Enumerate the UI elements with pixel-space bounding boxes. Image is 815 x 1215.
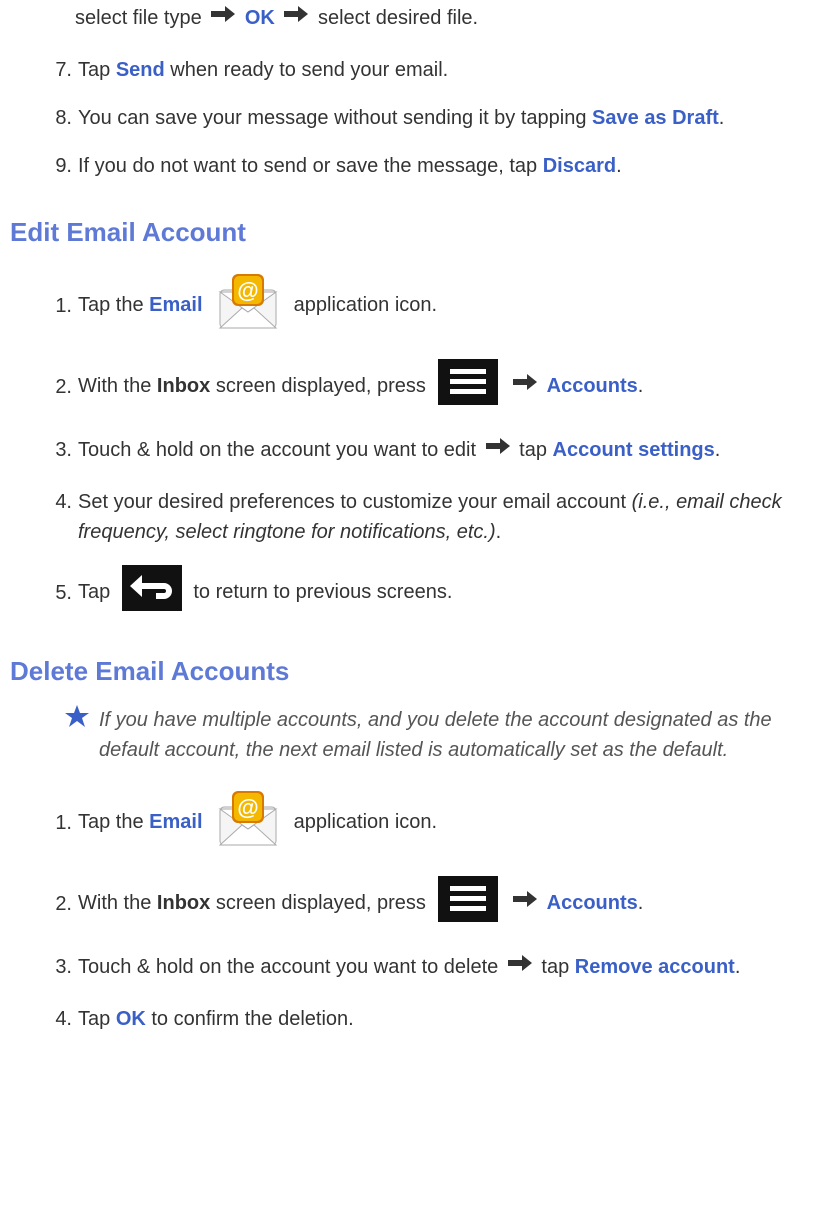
step-number: 2. — [50, 372, 78, 402]
text: . — [719, 107, 725, 129]
step-number: 4. — [50, 1004, 78, 1034]
step-body: With the Inbox screen displayed, press A… — [78, 876, 805, 931]
text: application icon. — [294, 811, 437, 833]
step-number: 4. — [50, 487, 78, 517]
text: to confirm the deletion. — [146, 1008, 354, 1030]
step-number: 8. — [50, 103, 78, 133]
step-number: 3. — [50, 952, 78, 982]
note: If you have multiple accounts, and you d… — [65, 705, 805, 765]
text: If you do not want to send or save the m… — [78, 155, 543, 177]
text: . — [715, 439, 721, 461]
step-body: Tap OK to confirm the deletion. — [78, 1004, 805, 1034]
delete-step-2: 2. With the Inbox screen displayed, pres… — [50, 876, 805, 931]
text: when ready to send your email. — [165, 59, 449, 81]
text: Set your desired preferences to customiz… — [78, 491, 632, 513]
text: tap — [514, 439, 553, 461]
arrow-right-icon — [282, 0, 310, 37]
edit-step-2: 2. With the Inbox screen displayed, pres… — [50, 359, 805, 414]
accounts-keyword: Accounts — [547, 375, 638, 397]
step-body: Tap to return to previous screens. — [78, 565, 805, 620]
text: screen displayed, press — [210, 892, 431, 914]
step-9: 9. If you do not want to send or save th… — [50, 151, 805, 181]
text: . — [496, 521, 502, 543]
email-keyword: Email — [149, 294, 202, 316]
step-body: You can save your message without sendin… — [78, 103, 805, 133]
menu-icon — [438, 876, 498, 931]
step-body: Touch & hold on the account you want to … — [78, 949, 805, 986]
text: Tap the — [78, 294, 149, 316]
edit-step-1: 1. Tap the Email application icon. — [50, 270, 805, 341]
edit-step-5: 5. Tap to return to previous screens. — [50, 565, 805, 620]
edit-step-3: 3. Touch & hold on the account you want … — [50, 432, 805, 469]
text: Tap — [78, 1008, 116, 1030]
step-body: Tap the Email application icon. — [78, 787, 805, 858]
step-number: 3. — [50, 435, 78, 465]
ok-keyword: OK — [116, 1008, 146, 1030]
arrow-right-icon — [506, 949, 534, 986]
email-app-icon — [214, 787, 282, 858]
inbox-keyword: Inbox — [157, 892, 210, 914]
email-keyword: Email — [149, 811, 202, 833]
delete-step-3: 3. Touch & hold on the account you want … — [50, 949, 805, 986]
text: With the — [78, 375, 157, 397]
step-body: Set your desired preferences to customiz… — [78, 487, 805, 547]
delete-step-1: 1. Tap the Email application icon. — [50, 787, 805, 858]
text: select desired file. — [318, 7, 478, 29]
arrow-right-icon — [209, 0, 237, 37]
intro-continuation: select file type OK select desired file. — [75, 0, 805, 37]
text: . — [735, 956, 741, 978]
step-body: Tap Send when ready to send your email. — [78, 55, 805, 85]
heading-edit-email-account: Edit Email Account — [10, 213, 805, 252]
back-icon — [122, 565, 182, 620]
step-8: 8. You can save your message without sen… — [50, 103, 805, 133]
text: You can save your message without sendin… — [78, 107, 592, 129]
step-number: 1. — [50, 291, 78, 321]
star-bullet-icon — [65, 705, 89, 765]
step-number: 2. — [50, 889, 78, 919]
arrow-right-icon — [484, 432, 512, 469]
step-number: 5. — [50, 578, 78, 608]
text: . — [616, 155, 622, 177]
text: Tap — [78, 59, 116, 81]
email-app-icon — [214, 270, 282, 341]
text: Tap — [78, 581, 116, 603]
arrow-right-icon — [511, 885, 539, 922]
arrow-right-icon — [511, 368, 539, 405]
text: to return to previous screens. — [193, 581, 452, 603]
note-text: If you have multiple accounts, and you d… — [99, 705, 805, 765]
text: . — [638, 375, 644, 397]
edit-step-4: 4. Set your desired preferences to custo… — [50, 487, 805, 547]
text: Touch & hold on the account you want to … — [78, 956, 504, 978]
step-number: 7. — [50, 55, 78, 85]
text: application icon. — [294, 294, 437, 316]
account-settings-keyword: Account settings — [553, 439, 715, 461]
ok-keyword: OK — [245, 7, 275, 29]
send-keyword: Send — [116, 59, 165, 81]
text: With the — [78, 892, 157, 914]
menu-icon — [438, 359, 498, 414]
remove-account-keyword: Remove account — [575, 956, 735, 978]
delete-step-4: 4. Tap OK to confirm the deletion. — [50, 1004, 805, 1034]
text: . — [638, 892, 644, 914]
text: screen displayed, press — [210, 375, 431, 397]
text: tap — [536, 956, 575, 978]
heading-delete-email-accounts: Delete Email Accounts — [10, 652, 805, 691]
step-body: Touch & hold on the account you want to … — [78, 432, 805, 469]
step-7: 7. Tap Send when ready to send your emai… — [50, 55, 805, 85]
text: select file type — [75, 7, 207, 29]
save-as-draft-keyword: Save as Draft — [592, 107, 719, 129]
discard-keyword: Discard — [543, 155, 616, 177]
step-body: If you do not want to send or save the m… — [78, 151, 805, 181]
inbox-keyword: Inbox — [157, 375, 210, 397]
accounts-keyword: Accounts — [547, 892, 638, 914]
step-number: 9. — [50, 151, 78, 181]
step-body: With the Inbox screen displayed, press A… — [78, 359, 805, 414]
text: Tap the — [78, 811, 149, 833]
text: Touch & hold on the account you want to … — [78, 439, 482, 461]
step-body: Tap the Email application icon. — [78, 270, 805, 341]
step-number: 1. — [50, 808, 78, 838]
